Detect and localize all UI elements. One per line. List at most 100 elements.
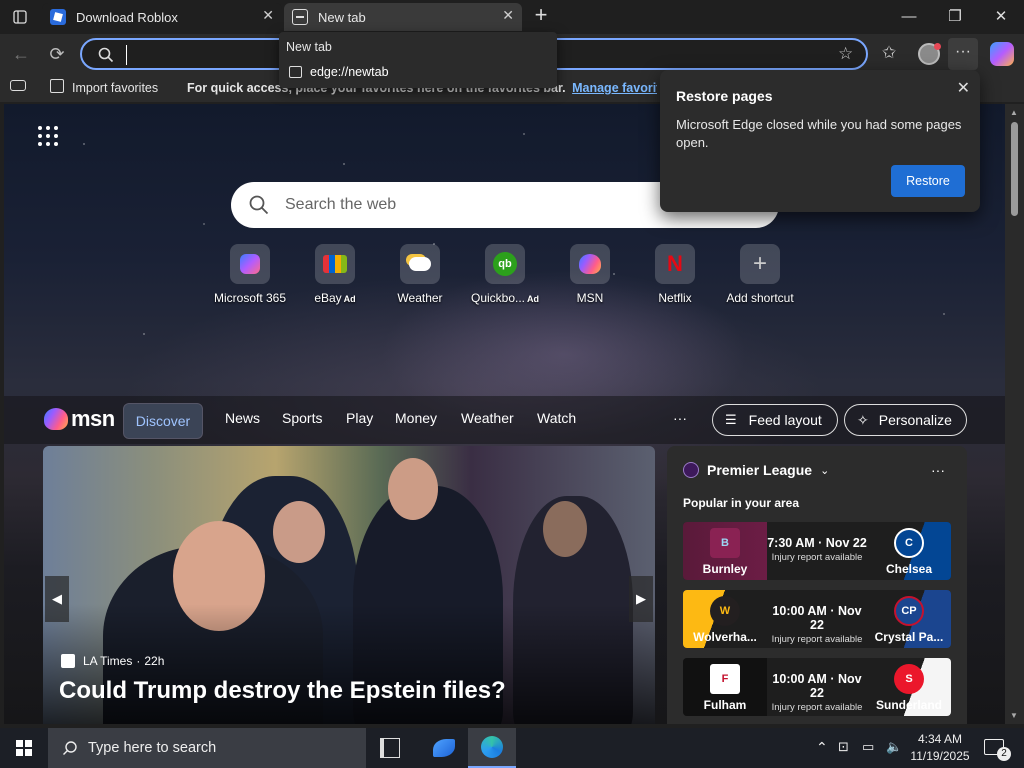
copilot-icon[interactable] <box>990 42 1014 66</box>
tab-new-tab[interactable]: New tab ✕ <box>284 3 522 31</box>
clock[interactable]: 4:34 AM 11/19/2025 <box>905 731 975 765</box>
match-row[interactable]: F Fulham 10:00 AM · Nov 22 Injury report… <box>683 658 951 716</box>
home-team: W Wolverha... <box>683 590 767 648</box>
home-team-name: Wolverha... <box>693 630 757 644</box>
league-selector[interactable]: Premier League ⌄ <box>683 462 829 478</box>
feed-layout-button[interactable]: ☰ Feed layout <box>712 404 838 436</box>
suggestion-item[interactable]: edge://newtab <box>289 65 389 79</box>
quick-link-label: eBay <box>314 291 342 305</box>
scroll-thumb[interactable] <box>1011 122 1018 216</box>
hero-separator: · <box>136 654 141 668</box>
taskbar-search-box[interactable]: Type here to search <box>48 728 366 768</box>
clock-time: 4:34 AM <box>917 732 963 746</box>
restore-window-button[interactable]: ❐ <box>932 0 978 32</box>
tab-play[interactable]: Play <box>346 410 373 426</box>
home-team-name: Burnley <box>702 562 748 576</box>
quick-link-ebay[interactable]: eBay Ad <box>290 244 380 305</box>
more-tabs-button[interactable]: ··· <box>673 410 687 426</box>
favorites-icon[interactable]: ✩ <box>882 43 896 63</box>
apps-launcher-icon[interactable] <box>38 126 58 146</box>
wolves-crest-icon: W <box>710 596 740 626</box>
quick-link-microsoft-365[interactable]: Microsoft 365 <box>205 244 295 305</box>
carousel-next-button[interactable]: ▶ <box>629 576 653 622</box>
minimize-button[interactable]: — <box>886 0 932 32</box>
page-scrollbar[interactable]: ▲ ▼ <box>1005 104 1024 724</box>
close-tab-icon[interactable]: ✕ <box>262 7 274 24</box>
sports-subtitle: Popular in your area <box>683 496 800 510</box>
start-button[interactable] <box>0 728 48 768</box>
quick-link-quickbooks[interactable]: qb Quickbo... Ad <box>460 244 550 305</box>
collections-icon[interactable] <box>10 80 26 91</box>
import-favorites-button[interactable]: Import favorites <box>72 81 158 95</box>
carousel-prev-button[interactable]: ◀ <box>45 576 69 622</box>
taskbar-search-placeholder: Type here to search <box>88 740 217 756</box>
scroll-up-arrow[interactable]: ▲ <box>1010 108 1018 117</box>
tab-actions-button[interactable] <box>8 6 32 28</box>
away-team: CP Crystal Pa... <box>867 590 951 648</box>
personalize-label: Personalize <box>878 412 952 428</box>
network-icon[interactable]: ▭ <box>862 739 874 755</box>
sports-more-button[interactable]: ··· <box>931 462 945 478</box>
scroll-down-arrow[interactable]: ▼ <box>1010 711 1018 720</box>
back-button[interactable]: ← <box>6 40 36 68</box>
sunderland-crest-icon: S <box>894 664 924 694</box>
match-info: 10:00 AM · Nov 22 Injury report availabl… <box>767 604 867 645</box>
quickbooks-icon: qb <box>485 244 525 284</box>
tab-money[interactable]: Money <box>395 410 437 426</box>
msn-icon <box>570 244 610 284</box>
new-tab-button[interactable]: + <box>528 4 554 28</box>
quick-link-msn[interactable]: MSN <box>545 244 635 305</box>
volume-muted-icon[interactable]: 🔈 <box>886 739 902 755</box>
taskbar-app-swift[interactable] <box>420 728 468 768</box>
fulham-crest-icon: F <box>710 664 740 694</box>
tab-watch[interactable]: Watch <box>537 410 576 426</box>
tab-weather[interactable]: Weather <box>461 410 514 426</box>
away-team-name: Crystal Pa... <box>874 630 944 644</box>
hero-headline[interactable]: Could Trump destroy the Epstein files? <box>59 677 506 705</box>
msn-logo[interactable]: msn <box>44 406 115 432</box>
restore-button[interactable]: Restore <box>891 165 965 197</box>
ad-badge: Ad <box>343 294 356 304</box>
match-status: Injury report available <box>771 702 863 713</box>
favorite-star-icon[interactable]: ☆ <box>838 44 853 64</box>
tab-download-roblox[interactable]: Download Roblox ✕ <box>42 3 282 31</box>
close-window-button[interactable]: ✕ <box>978 0 1024 32</box>
feed-layout-label: Feed layout <box>748 412 822 428</box>
tab-discover[interactable]: Discover <box>123 403 203 439</box>
quick-link-weather[interactable]: Weather <box>375 244 465 305</box>
close-icon[interactable]: ✕ <box>957 78 970 98</box>
close-tab-icon[interactable]: ✕ <box>502 7 514 24</box>
security-icon[interactable]: ⊡ <box>838 739 849 755</box>
notification-center-button[interactable]: 2 <box>984 739 1011 761</box>
manage-favorites-link[interactable]: Manage favorites now <box>572 81 657 95</box>
match-status: Injury report available <box>771 552 863 563</box>
chelsea-crest-icon: C <box>894 528 924 558</box>
personalize-button[interactable]: ✧ Personalize <box>844 404 967 436</box>
refresh-button[interactable]: ⟳ <box>42 40 72 68</box>
msn-feed-header: msn Discover News Sports Play Money Weat… <box>4 396 1005 444</box>
windows-logo-icon <box>16 740 32 756</box>
task-view-button[interactable] <box>380 738 400 758</box>
la-times-logo <box>61 654 75 668</box>
match-row[interactable]: B Burnley 7:30 AM · Nov 22 Injury report… <box>683 522 951 580</box>
hero-news-card[interactable]: ◀ ▶ LA Times · 22h Could Trump destroy t… <box>43 446 655 724</box>
settings-more-button[interactable]: ··· <box>948 38 978 70</box>
hero-age: 22h <box>144 654 165 668</box>
sparkle-icon: ✧ <box>857 411 869 428</box>
profile-avatar[interactable] <box>918 43 941 65</box>
quick-link-netflix[interactable]: N Netflix <box>630 244 720 305</box>
tab-news[interactable]: News <box>225 410 260 426</box>
away-team: C Chelsea <box>867 522 951 580</box>
tab-strip: Download Roblox ✕ New tab ✕ + — ❐ ✕ <box>0 0 1024 34</box>
edge-icon <box>481 736 503 758</box>
match-row[interactable]: W Wolverha... 10:00 AM · Nov 22 Injury r… <box>683 590 951 648</box>
quick-link-label: Add shortcut <box>726 291 794 305</box>
search-placeholder: Search the web <box>285 196 397 213</box>
sliders-icon: ☰ <box>725 412 737 427</box>
taskbar-app-edge[interactable] <box>468 728 516 768</box>
match-info: 10:00 AM · Nov 22 Injury report availabl… <box>767 672 867 713</box>
add-shortcut-button[interactable]: + Add shortcut <box>715 244 805 305</box>
show-hidden-icons-button[interactable]: ⌃ <box>816 739 828 756</box>
tab-sports[interactable]: Sports <box>282 410 322 426</box>
msn-butterfly-icon <box>44 408 68 430</box>
